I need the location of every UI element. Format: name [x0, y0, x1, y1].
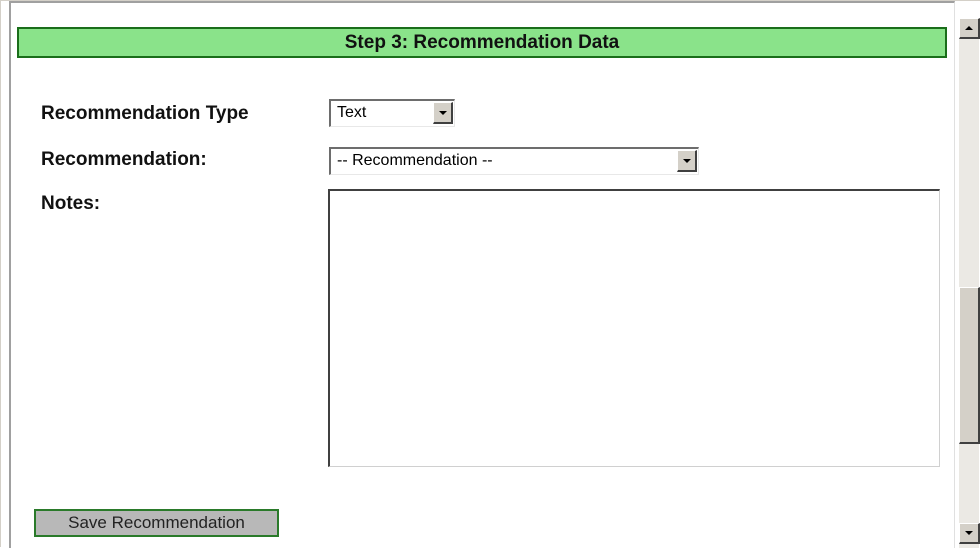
recommendation-select[interactable]: -- Recommendation -- — [329, 147, 699, 175]
recommendation-type-value: Text — [337, 104, 367, 121]
scroll-down-button[interactable] — [959, 523, 980, 544]
dropdown-arrow-button[interactable] — [433, 102, 453, 124]
page-frame: Step 3: Recommendation Data Recommendati… — [0, 0, 980, 548]
arrow-up-icon — [965, 26, 973, 30]
dropdown-arrow-button[interactable] — [677, 150, 697, 172]
recommendation-type-select[interactable]: Text — [329, 99, 455, 127]
arrow-down-icon — [965, 531, 973, 535]
vertical-scrollbar[interactable] — [958, 18, 980, 548]
recommendation-type-label: Recommendation Type — [41, 103, 249, 124]
save-recommendation-button[interactable]: Save Recommendation — [34, 509, 279, 537]
chevron-down-icon — [438, 110, 447, 115]
recommendation-value: -- Recommendation -- — [337, 152, 493, 169]
step-header: Step 3: Recommendation Data — [17, 27, 947, 58]
notes-textarea[interactable] — [328, 189, 940, 467]
step-title: Step 3: Recommendation Data — [344, 31, 620, 53]
chevron-down-icon — [682, 158, 691, 163]
scroll-up-button[interactable] — [959, 18, 980, 39]
recommendation-label: Recommendation: — [41, 149, 207, 170]
notes-label: Notes: — [41, 193, 101, 214]
scrollbar-thumb[interactable] — [959, 287, 980, 444]
